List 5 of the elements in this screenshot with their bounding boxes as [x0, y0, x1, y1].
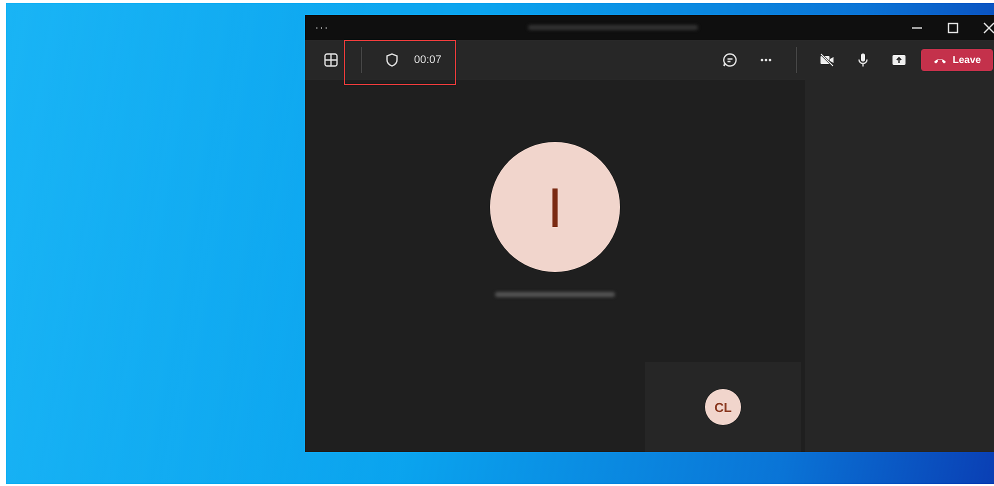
- call-timer: 00:07: [414, 54, 442, 66]
- participant-avatar: I: [490, 142, 620, 272]
- more-menu[interactable]: ···: [315, 22, 329, 34]
- self-avatar: CL: [705, 389, 741, 425]
- leave-button[interactable]: Leave: [920, 49, 993, 71]
